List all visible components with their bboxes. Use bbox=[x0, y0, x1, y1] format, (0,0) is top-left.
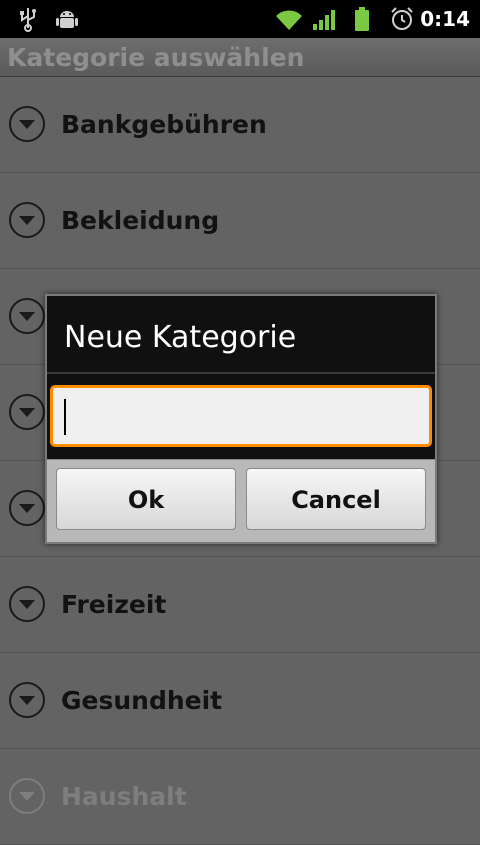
list-item-haushalt[interactable]: Haushalt bbox=[0, 749, 480, 845]
list-item-label: Gesundheit bbox=[61, 686, 223, 715]
dialog-title: Neue Kategorie bbox=[64, 320, 297, 355]
cancel-button[interactable]: Cancel bbox=[246, 468, 426, 530]
page-title: Kategorie auswählen bbox=[7, 43, 305, 72]
list-item-label: Freizeit bbox=[61, 590, 167, 619]
usb-icon bbox=[20, 8, 36, 32]
expand-arrow-icon[interactable] bbox=[8, 681, 46, 719]
title-bar: Kategorie auswählen bbox=[0, 38, 480, 77]
signal-icon bbox=[313, 10, 335, 30]
expand-arrow-icon[interactable] bbox=[8, 297, 46, 335]
list-item-label: Bankgebühren bbox=[61, 110, 267, 139]
expand-arrow-icon[interactable] bbox=[8, 489, 46, 527]
dialog-title-bar: Neue Kategorie bbox=[47, 296, 435, 374]
battery-icon bbox=[355, 7, 369, 31]
dialog-button-bar: Ok Cancel bbox=[47, 459, 435, 542]
category-name-input[interactable] bbox=[50, 385, 432, 447]
ok-button[interactable]: Ok bbox=[56, 468, 236, 530]
clock-time: 0:14 bbox=[420, 7, 470, 31]
android-debug-icon bbox=[56, 11, 78, 28]
status-bar: 0:14 bbox=[0, 0, 480, 38]
expand-arrow-icon[interactable] bbox=[8, 201, 46, 239]
list-item-label: Haushalt bbox=[61, 782, 187, 811]
text-cursor bbox=[64, 399, 66, 435]
expand-arrow-icon[interactable] bbox=[8, 777, 46, 815]
expand-arrow-icon[interactable] bbox=[8, 105, 46, 143]
list-item-bankgebuehren[interactable]: Bankgebühren bbox=[0, 77, 480, 173]
list-item-freizeit[interactable]: Freizeit bbox=[0, 557, 480, 653]
list-item-bekleidung[interactable]: Bekleidung bbox=[0, 173, 480, 269]
expand-arrow-icon[interactable] bbox=[8, 393, 46, 431]
alarm-icon bbox=[391, 7, 413, 30]
wifi-icon bbox=[276, 10, 302, 30]
expand-arrow-icon[interactable] bbox=[8, 585, 46, 623]
new-category-dialog: Neue Kategorie Ok Cancel bbox=[45, 294, 437, 544]
list-item-label: Bekleidung bbox=[61, 206, 220, 235]
list-item-gesundheit[interactable]: Gesundheit bbox=[0, 653, 480, 749]
